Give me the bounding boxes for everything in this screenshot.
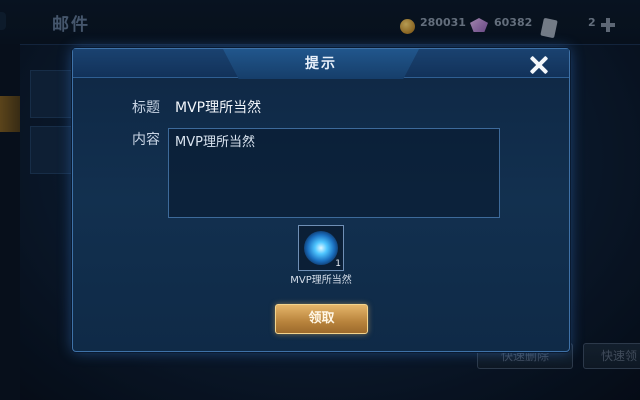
claim-button[interactable]: 领取: [275, 304, 368, 334]
subject-label: 标题: [132, 100, 160, 116]
content-label: 内容: [132, 132, 160, 148]
attachment-slot[interactable]: 1: [298, 225, 344, 271]
content-box: MVP理所当然: [168, 128, 500, 218]
content-text: MVP理所当然: [175, 135, 255, 150]
attachment-count: 1: [335, 259, 341, 269]
speaker-item-icon: [304, 231, 338, 265]
dialog-header: 提示: [73, 49, 569, 79]
game-screen: 邮件 280031 60382 2 快速删除 快速领 提示 标题 MVP理所当然…: [0, 0, 640, 400]
mail-dialog: 提示 标题 MVP理所当然 内容 MVP理所当然 1 MVP理所当然 领取: [72, 48, 570, 352]
close-icon[interactable]: [521, 51, 555, 79]
dialog-title: 提示: [305, 56, 337, 72]
subject-value: MVP理所当然: [175, 100, 262, 116]
attachment-name: MVP理所当然: [290, 275, 352, 286]
